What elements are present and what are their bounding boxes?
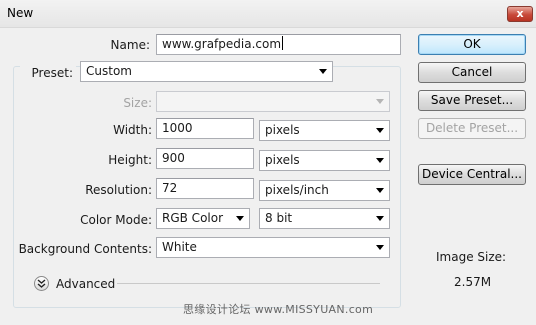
resolution-label: Resolution: [85,183,152,197]
color-mode-label: Color Mode: [80,213,152,227]
device-central-button[interactable]: Device Central... [418,164,526,185]
ok-button[interactable]: OK [418,34,526,55]
width-unit-select[interactable]: pixels [259,120,390,141]
chevron-down-icon [236,216,244,221]
preset-select[interactable]: Custom [80,61,333,82]
save-preset-button[interactable]: Save Preset... [418,90,526,111]
height-unit-select[interactable]: pixels [259,150,390,171]
size-select[interactable] [156,91,390,112]
chevron-down-icon [376,128,384,133]
chevron-down-icon [376,245,384,250]
preset-label: Preset: [20,66,76,80]
size-label: Size: [123,96,152,110]
name-input[interactable]: www.grafpedia.com [156,34,401,55]
title-bar: New x [0,0,536,28]
text-cursor [282,36,284,50]
chevron-down-icon [376,158,384,163]
height-label: Height: [108,153,152,167]
cancel-button[interactable]: Cancel [418,62,526,83]
width-input[interactable]: 1000 [156,118,254,139]
chevron-double-down-icon[interactable] [34,276,49,291]
image-size-value: 2.57M [454,275,492,289]
resolution-unit-select[interactable]: pixels/inch [259,180,390,201]
close-button[interactable]: x [507,6,533,22]
background-contents-label: Background Contents: [18,242,152,256]
chevron-down-icon [376,216,384,221]
window-title: New [7,6,34,20]
delete-preset-button[interactable]: Delete Preset... [418,118,526,139]
resolution-input[interactable]: 72 [156,178,254,199]
chevron-down-icon [319,69,327,74]
chevron-down-icon [376,99,384,104]
advanced-divider [117,283,380,284]
height-input[interactable]: 900 [156,148,254,169]
advanced-toggle-label[interactable]: Advanced [56,277,115,291]
image-size-label: Image Size: [436,250,507,264]
background-contents-select[interactable]: White [156,237,390,258]
color-mode-select[interactable]: RGB Color [156,208,250,229]
watermark-text: 思缘设计论坛 www.MISSYUAN.com [183,303,374,316]
chevron-down-icon [376,188,384,193]
name-label: Name: [110,38,150,52]
width-label: Width: [113,123,152,137]
bit-depth-select[interactable]: 8 bit [259,208,390,229]
new-document-dialog: Name: www.grafpedia.com Preset: Custom S… [0,28,536,325]
close-icon: x [516,7,524,20]
